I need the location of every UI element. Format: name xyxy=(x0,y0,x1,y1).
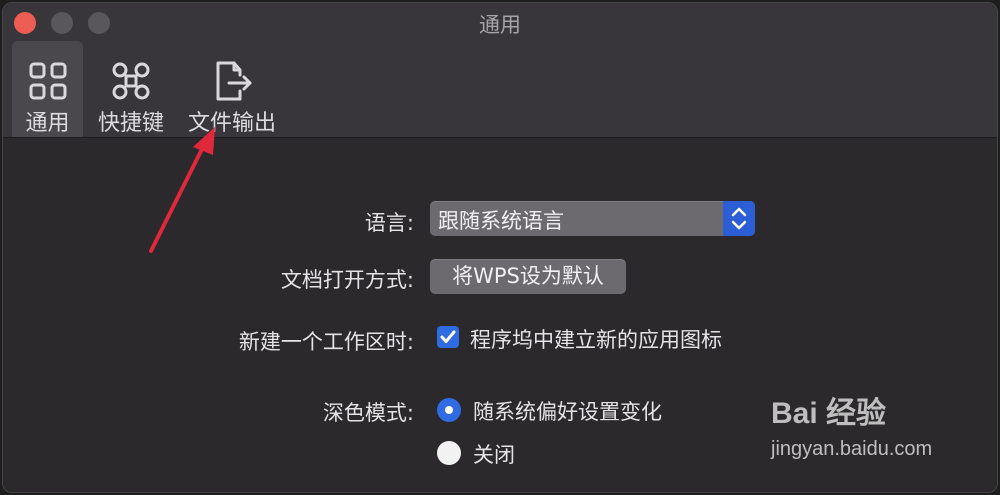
select-stepper[interactable] xyxy=(723,201,755,236)
tab-shortcuts[interactable]: 快捷键 xyxy=(93,41,169,137)
open-docs-label: 文档打开方式: xyxy=(280,268,414,292)
dark-mode-follow-system-label[interactable]: 随系统偏好设置变化 xyxy=(473,396,662,426)
new-workspace-label: 新建一个工作区时: xyxy=(238,330,414,354)
watermark-brand: Bai 经验 xyxy=(771,397,887,430)
file-export-icon xyxy=(216,61,252,101)
dark-mode-off-radio[interactable] xyxy=(437,441,461,465)
tab-general[interactable]: 通用 xyxy=(12,41,83,137)
tab-file-export[interactable]: 文件输出 xyxy=(184,41,280,137)
dock-icon-checkbox-label[interactable]: 程序坞中建立新的应用图标 xyxy=(470,324,722,354)
language-select-value: 跟随系统语言 xyxy=(438,209,564,233)
tab-general-label: 通用 xyxy=(25,111,70,136)
dark-mode-off-label[interactable]: 关闭 xyxy=(473,439,515,469)
dark-mode-label: 深色模式: xyxy=(322,401,414,425)
language-select[interactable]: 跟随系统语言 xyxy=(430,201,755,236)
language-label: 语言: xyxy=(364,211,414,235)
preferences-window: 通用 通用 快捷键 文件输出 语言: 跟随系统语言 文档打开方式: 将WPS设为… xyxy=(2,2,998,493)
grid-icon xyxy=(29,62,66,100)
annotation-arrow xyxy=(149,127,215,253)
baidu-jingyan-watermark: Bai 经验 jingyan.baidu.com xyxy=(771,388,932,461)
checkmark-icon xyxy=(440,330,456,343)
dark-mode-follow-system-radio[interactable] xyxy=(437,398,461,422)
watermark-url: jingyan.baidu.com xyxy=(771,438,933,460)
window-title: 通用 xyxy=(479,13,521,37)
dock-icon-checkbox[interactable] xyxy=(437,326,459,348)
titlebar: 通用 通用 快捷键 文件输出 xyxy=(3,3,997,138)
command-icon xyxy=(112,62,150,100)
up-down-chevron-icon xyxy=(731,207,747,230)
set-wps-default-button[interactable]: 将WPS设为默认 xyxy=(430,259,626,294)
